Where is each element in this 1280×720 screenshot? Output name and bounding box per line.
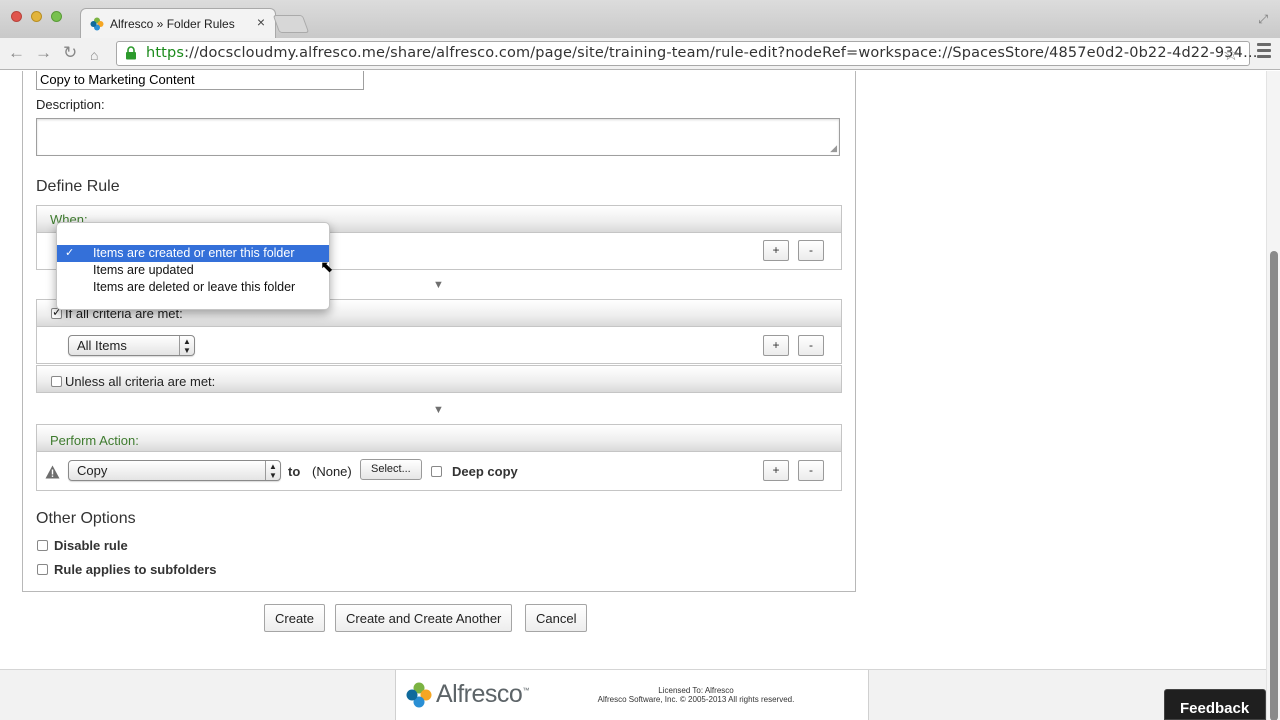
page-footer: Alfresco™ Licensed To: Alfresco Alfresco…: [0, 669, 1266, 720]
fullscreen-icon[interactable]: ⤢: [1258, 12, 1268, 27]
unless-criteria-label: Unless all criteria are met:: [65, 374, 216, 389]
disable-rule-checkbox[interactable]: [37, 540, 48, 551]
perform-action-header: Perform Action:: [36, 424, 842, 452]
back-icon[interactable]: ←: [8, 44, 25, 62]
warning-icon: [45, 465, 60, 479]
feedback-button[interactable]: Feedback: [1164, 689, 1266, 720]
perform-action-row: Copy ▲ ▼ to (None) Select... Deep copy + …: [36, 452, 842, 491]
add-when-button[interactable]: +: [763, 240, 789, 261]
when-option-updated[interactable]: Items are updated: [57, 262, 329, 279]
browser-tab[interactable]: Alfresco » Folder Rules ×: [80, 8, 276, 38]
define-rule-title: Define Rule: [36, 178, 120, 195]
window-minimize-button[interactable]: [31, 11, 42, 22]
window-maximize-button[interactable]: [51, 11, 62, 22]
home-icon[interactable]: ⌂: [90, 46, 98, 64]
url-text: https://docscloudmy.alfresco.me/share/al…: [146, 45, 1258, 61]
page-scrollbar[interactable]: [1266, 71, 1280, 720]
action-select[interactable]: Copy ▲ ▼: [68, 460, 281, 481]
scrollbar-thumb[interactable]: [1270, 251, 1278, 720]
add-action-button[interactable]: +: [763, 460, 789, 481]
forward-icon[interactable]: →: [35, 44, 52, 62]
add-criteria-button[interactable]: +: [763, 335, 789, 356]
browser-toolbar: ← → ↻ ⌂ https://docscloudmy.alfresco.me/…: [0, 38, 1280, 70]
cancel-button[interactable]: Cancel: [525, 604, 588, 632]
select-arrows-icon: ▲ ▼: [265, 461, 280, 480]
url-path: ://docscloudmy.alfresco.me/share/alfresc…: [184, 45, 1258, 61]
perform-action-label: Perform Action:: [50, 433, 139, 448]
lock-icon: [126, 46, 136, 60]
rule-name-input[interactable]: [36, 71, 364, 90]
tab-title: Alfresco » Folder Rules: [110, 17, 235, 31]
remove-when-button[interactable]: -: [798, 240, 824, 261]
select-folder-button[interactable]: Select...: [360, 459, 422, 480]
when-option-label: Items are created or enter this folder: [93, 246, 295, 260]
checkmark-icon: ✓: [65, 247, 75, 259]
address-bar[interactable]: https://docscloudmy.alfresco.me/share/al…: [116, 41, 1258, 66]
window-close-button[interactable]: [11, 11, 22, 22]
alfresco-logo-icon: [406, 682, 432, 708]
when-option-deleted[interactable]: Items are deleted or leave this folder: [57, 279, 329, 296]
when-option-label: Items are deleted or leave this folder: [93, 280, 296, 294]
remove-criteria-button[interactable]: -: [798, 335, 824, 356]
mouse-cursor-icon: ⬉: [320, 259, 334, 276]
page-content: Description: ◢ Define Rule When: + - ▼ I…: [0, 71, 1266, 720]
tab-close-icon[interactable]: ×: [257, 14, 265, 30]
alfresco-logo-text: Alfresco™: [436, 680, 529, 708]
to-label: to: [288, 464, 301, 479]
subfolders-checkbox[interactable]: [37, 564, 48, 575]
action-select-value: Copy: [77, 463, 108, 478]
when-dropdown-menu: ✓ Items are created or enter this folder…: [56, 222, 330, 310]
flow-arrow-icon: ▼: [433, 279, 444, 291]
disable-rule-label: Disable rule: [54, 538, 128, 553]
remove-action-button[interactable]: -: [798, 460, 824, 481]
when-option-label: Items are updated: [93, 263, 194, 277]
url-scheme: https: [146, 45, 185, 61]
description-textarea[interactable]: ◢: [36, 118, 840, 156]
unless-criteria-checkbox[interactable]: [51, 376, 62, 387]
criteria-select[interactable]: All Items ▲ ▼: [68, 335, 195, 356]
licensed-to-text: Licensed To: Alfresco: [658, 686, 734, 695]
other-options-title: Other Options: [36, 510, 136, 527]
browser-tab-bar: Alfresco » Folder Rules × ⤢: [0, 0, 1280, 38]
menu-icon[interactable]: [1257, 43, 1271, 61]
footer-branding: Alfresco™ Licensed To: Alfresco Alfresco…: [395, 670, 869, 720]
resize-grip-icon[interactable]: ◢: [830, 143, 837, 154]
unless-criteria-header: Unless all criteria are met:: [36, 365, 842, 393]
description-label: Description:: [36, 97, 105, 112]
flow-arrow-icon: ▼: [433, 404, 444, 416]
new-tab-button[interactable]: [272, 15, 310, 33]
when-option-created[interactable]: ✓ Items are created or enter this folder: [57, 245, 329, 262]
if-criteria-row: All Items ▲ ▼ + -: [36, 327, 842, 364]
target-folder-value: (None): [312, 464, 352, 479]
star-icon[interactable]: ☆: [1223, 44, 1239, 65]
reload-icon[interactable]: ↻: [63, 44, 77, 62]
deep-copy-checkbox[interactable]: [431, 466, 442, 477]
copyright-text: Alfresco Software, Inc. © 2005-2013 All …: [597, 695, 795, 704]
criteria-select-value: All Items: [77, 338, 127, 353]
alfresco-favicon-icon: [90, 17, 104, 31]
subfolders-label: Rule applies to subfolders: [54, 562, 217, 577]
create-button[interactable]: Create: [264, 604, 326, 632]
create-another-button[interactable]: Create and Create Another: [335, 604, 513, 632]
deep-copy-label: Deep copy: [452, 464, 518, 479]
select-arrows-icon: ▲ ▼: [179, 336, 194, 355]
